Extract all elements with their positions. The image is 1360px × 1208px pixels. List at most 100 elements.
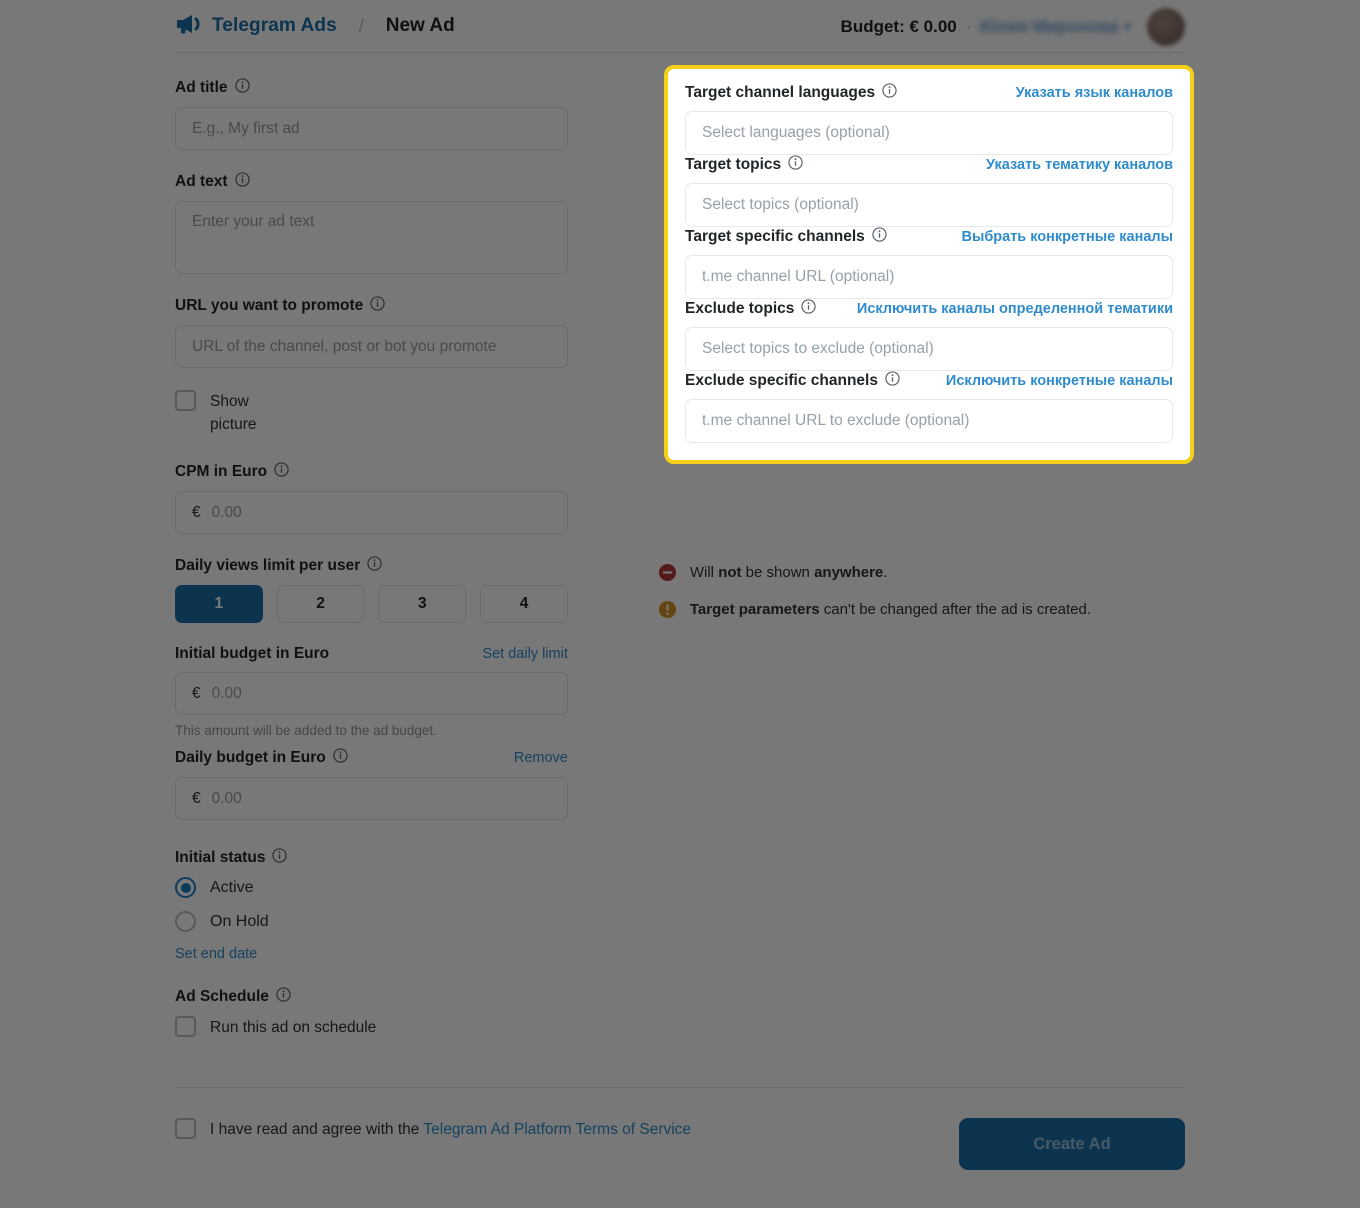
terms-link[interactable]: Telegram Ad Platform Terms of Service — [423, 1121, 691, 1138]
info-icon[interactable] — [788, 155, 803, 175]
info-icon[interactable] — [274, 462, 289, 482]
run-on-schedule-row[interactable]: Run this ad on schedule — [175, 1016, 568, 1039]
cpm-input[interactable]: € 0.00 — [175, 491, 568, 534]
daily-views-option-4[interactable]: 4 — [480, 585, 568, 623]
field-initial-budget: Initial budget in Euro Set daily limit €… — [175, 645, 568, 738]
promote-url-label: URL you want to promote — [175, 296, 385, 316]
ad-title-placeholder: E.g., My first ad — [192, 119, 300, 137]
header-dot: · — [965, 18, 971, 35]
target-channels-action[interactable]: Выбрать конкретные каналы — [961, 229, 1173, 245]
info-icon[interactable] — [333, 748, 348, 768]
info-icon[interactable] — [234, 78, 250, 98]
set-end-date-link[interactable]: Set end date — [175, 946, 257, 962]
radio-on-hold[interactable] — [175, 911, 196, 932]
field-daily-views-limit: Daily views limit per user 1 2 3 4 — [175, 556, 568, 623]
note-target-params: Target parameters can't be changed after… — [658, 600, 1185, 624]
cpm-placeholder: 0.00 — [211, 503, 242, 521]
megaphone-icon — [175, 14, 201, 39]
form-footer: I have read and agree with the Telegram … — [175, 1087, 1185, 1170]
breadcrumb-telegram-ads[interactable]: Telegram Ads — [212, 15, 337, 37]
info-icon[interactable] — [872, 227, 887, 247]
ad-title-input[interactable]: E.g., My first ad — [175, 107, 568, 150]
daily-budget-input[interactable]: € 0.00 — [175, 777, 568, 820]
initial-budget-label: Initial budget in Euro — [175, 645, 330, 662]
target-channels-input[interactable]: t.me channel URL (optional) — [685, 255, 1173, 299]
ad-text-input[interactable]: Enter your ad text — [175, 201, 568, 274]
target-topics-placeholder: Select topics (optional) — [702, 196, 859, 213]
radio-active-label: Active — [210, 878, 254, 896]
exclude-channels-input[interactable]: t.me channel URL to exclude (optional) — [685, 399, 1173, 443]
run-on-schedule-checkbox[interactable] — [175, 1016, 196, 1037]
exclude-channels-action[interactable]: Исключить конкретные каналы — [946, 373, 1173, 389]
info-icon[interactable] — [276, 987, 291, 1007]
terms-checkbox[interactable] — [175, 1118, 196, 1139]
panel-field-exclude-topics: Exclude topics Исключить каналы определе… — [685, 299, 1173, 371]
cpm-currency: € — [192, 503, 201, 521]
show-picture-row[interactable]: Show picture — [175, 390, 568, 436]
daily-views-option-2[interactable]: 2 — [276, 585, 365, 623]
info-icon[interactable] — [882, 83, 897, 103]
app-header: Telegram Ads / New Ad Budget: € 0.00 · Ю… — [175, 0, 1185, 53]
breadcrumb: Telegram Ads / New Ad — [175, 14, 455, 39]
target-topics-input[interactable]: Select topics (optional) — [685, 183, 1173, 227]
chevron-down-icon[interactable]: ▾ — [1124, 19, 1131, 35]
daily-views-option-3[interactable]: 3 — [378, 585, 467, 623]
terms-row[interactable]: I have read and agree with the Telegram … — [175, 1118, 691, 1142]
target-languages-action[interactable]: Указать язык каналов — [1016, 85, 1173, 101]
targeting-panel: Target channel languages Указать язык ка… — [664, 65, 1194, 464]
target-languages-label: Target channel languages — [685, 83, 897, 103]
targeting-notes: Will not be shown anywhere. Target param… — [658, 563, 1185, 624]
target-topics-label: Target topics — [685, 155, 803, 175]
field-cpm: CPM in Euro € 0.00 — [175, 462, 568, 534]
field-daily-budget: Daily budget in Euro Remove € 0.00 — [175, 748, 568, 820]
exclude-topics-input[interactable]: Select topics to exclude (optional) — [685, 327, 1173, 371]
terms-text: I have read and agree with the Telegram … — [210, 1121, 692, 1138]
create-ad-button[interactable]: Create Ad — [959, 1118, 1185, 1170]
ad-text-placeholder: Enter your ad text — [192, 213, 315, 230]
status-option-on-hold[interactable]: On Hold — [175, 911, 568, 932]
status-option-active[interactable]: Active — [175, 877, 568, 898]
remove-daily-budget-link[interactable]: Remove — [514, 750, 568, 766]
field-ad-schedule: Ad Schedule Run this ad on schedule — [175, 987, 568, 1039]
budget-label: Budget: € 0.00 — [840, 16, 957, 36]
target-topics-action[interactable]: Указать тематику каналов — [986, 157, 1173, 173]
promote-url-placeholder: URL of the channel, post or bot you prom… — [192, 337, 497, 355]
info-icon[interactable] — [234, 172, 250, 192]
target-languages-placeholder: Select languages (optional) — [702, 124, 890, 141]
info-icon[interactable] — [801, 299, 817, 319]
note-not-shown: Will not be shown anywhere. — [658, 563, 1185, 587]
initial-budget-placeholder: 0.00 — [211, 684, 242, 702]
set-daily-limit-link[interactable]: Set daily limit — [482, 646, 567, 662]
initial-status-label: Initial status — [175, 848, 288, 868]
info-icon[interactable] — [885, 371, 900, 391]
field-ad-title: Ad title E.g., My first ad — [175, 78, 568, 150]
breadcrumb-separator: / — [358, 15, 364, 36]
initial-budget-hint: This amount will be added to the ad budg… — [175, 723, 437, 738]
exclude-channels-label: Exclude specific channels — [685, 371, 900, 391]
avatar[interactable] — [1147, 7, 1185, 46]
exclude-topics-label: Exclude topics — [685, 299, 817, 319]
ad-title-label: Ad title — [175, 78, 250, 98]
initial-budget-currency: € — [192, 684, 201, 702]
promote-url-input[interactable]: URL of the channel, post or bot you prom… — [175, 325, 568, 368]
info-icon[interactable] — [370, 296, 385, 316]
exclude-topics-action[interactable]: Исключить каналы определенной тематики — [857, 301, 1173, 317]
info-icon[interactable] — [367, 556, 382, 576]
user-menu-name[interactable]: Юлия Миронова — [980, 17, 1119, 37]
radio-active[interactable] — [175, 877, 196, 898]
daily-views-option-1[interactable]: 1 — [175, 585, 263, 623]
panel-field-target-topics: Target topics Указать тематику каналов S… — [685, 155, 1173, 227]
initial-budget-input[interactable]: € 0.00 — [175, 672, 568, 715]
daily-budget-label: Daily budget in Euro — [175, 748, 348, 768]
cpm-label: CPM in Euro — [175, 462, 289, 482]
exclamation-circle-icon — [658, 600, 677, 624]
ad-schedule-label: Ad Schedule — [175, 987, 291, 1007]
field-promote-url: URL you want to promote URL of the chann… — [175, 296, 568, 368]
exclude-topics-placeholder: Select topics to exclude (optional) — [702, 340, 934, 357]
info-icon[interactable] — [272, 848, 288, 868]
target-languages-input[interactable]: Select languages (optional) — [685, 111, 1173, 155]
target-channels-label: Target specific channels — [685, 227, 887, 247]
target-channels-placeholder: t.me channel URL (optional) — [702, 268, 895, 285]
daily-budget-currency: € — [192, 789, 201, 807]
show-picture-checkbox[interactable] — [175, 390, 196, 411]
